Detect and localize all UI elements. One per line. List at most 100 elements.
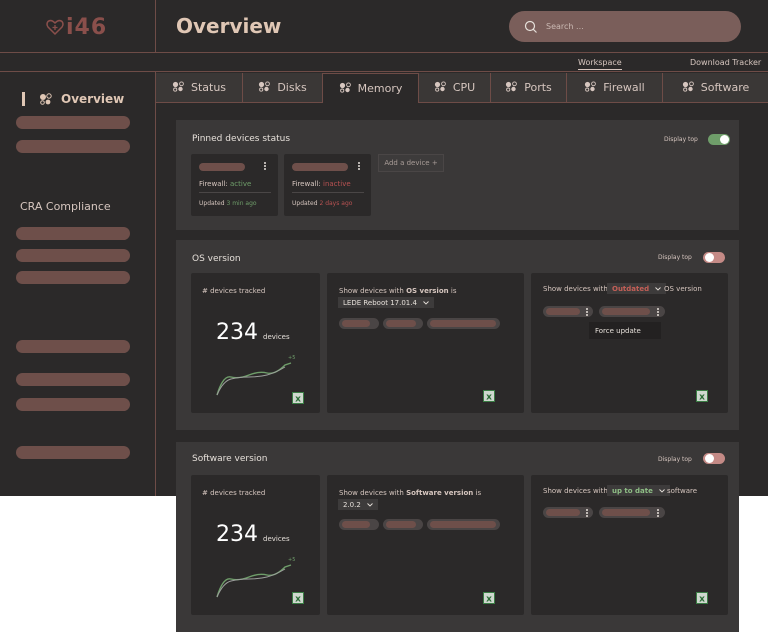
device-chip[interactable] [599, 306, 665, 317]
excel-export-icon[interactable]: x [483, 390, 495, 402]
search-input[interactable]: Search ... [509, 11, 741, 42]
panel-title: Pinned devices status [192, 134, 291, 144]
tab-label: Disks [277, 81, 307, 94]
force-update-menu-item[interactable]: Force update [589, 322, 661, 339]
device-chip[interactable] [427, 519, 500, 530]
excel-export-icon[interactable]: x [483, 592, 495, 604]
filter-text: Show devices with Software version is [339, 489, 482, 497]
chevron-down-icon [366, 502, 373, 507]
sidebar-item-placeholder[interactable] [16, 249, 130, 262]
logo[interactable]: i46 [46, 12, 107, 42]
pinned-device-card[interactable]: Firewall: active Updated 3 min ago [191, 154, 278, 216]
device-chip[interactable] [383, 318, 423, 329]
tracked-label: # devices tracked [202, 287, 266, 295]
tab-label: Software [700, 81, 750, 94]
display-top-label: Display top [664, 136, 698, 143]
excel-export-icon[interactable]: x [292, 392, 304, 404]
device-chip[interactable] [383, 519, 423, 530]
pinned-devices-panel: Pinned devices status Display top Firewa… [176, 120, 739, 230]
firewall-status: Firewall: active [199, 180, 252, 188]
trend-sparkline [216, 564, 292, 598]
devices-tracked-card: # devices tracked 234 devices +5 x [191, 475, 320, 615]
workspace-link[interactable]: Workspace [578, 58, 622, 70]
tab-disks[interactable]: Disks [243, 73, 323, 103]
device-chip[interactable] [543, 306, 593, 317]
display-top-toggle[interactable] [703, 252, 725, 263]
tab-ports[interactable]: Ports [491, 73, 567, 103]
filter-suffix: software [667, 487, 698, 495]
sidebar-item-placeholder[interactable] [16, 227, 130, 240]
device-name-placeholder [199, 163, 245, 171]
tab-software[interactable]: Software [663, 73, 768, 103]
svg-text:x: x [295, 595, 301, 605]
add-device-button[interactable]: Add a device + [378, 154, 444, 172]
tracked-label: # devices tracked [202, 489, 266, 497]
more-icon[interactable] [586, 308, 588, 316]
firewall-status: Firewall: inactive [292, 180, 351, 188]
excel-export-icon[interactable]: x [696, 592, 708, 604]
sidebar-item-placeholder[interactable] [16, 116, 130, 129]
filter-prefix: Show devices with [543, 285, 608, 293]
sidebar-item-placeholder[interactable] [16, 373, 130, 386]
outdated-filter-card: Show devices with Outdated OS version Fo… [531, 273, 728, 413]
excel-export-icon[interactable]: x [292, 592, 304, 604]
search-icon [524, 20, 537, 33]
tab-cpu[interactable]: CPU [419, 73, 491, 103]
download-tracker-link[interactable]: Download Tracker [690, 58, 761, 67]
chevron-down-icon [659, 488, 665, 493]
display-top-toggle[interactable] [703, 453, 725, 464]
os-version-select[interactable]: LEDE Reboot 17.01.4 [338, 297, 434, 308]
display-top-label: Display top [658, 456, 692, 463]
os-version-filter-card: Show devices with OS version is LEDE Reb… [327, 273, 524, 413]
delta-label: +5 [288, 557, 296, 563]
device-chip[interactable] [599, 507, 665, 518]
sidebar-item-overview[interactable]: Overview [22, 92, 124, 106]
display-top-toggle[interactable] [708, 134, 730, 145]
tab-label: Ports [524, 81, 552, 94]
status-icon [172, 80, 185, 95]
software-version-select[interactable]: 2.0.2 [338, 499, 378, 510]
firewall-icon [584, 80, 597, 95]
svg-text:x: x [486, 595, 492, 605]
more-icon[interactable] [264, 162, 266, 170]
device-chip[interactable] [427, 318, 500, 329]
device-chip[interactable] [339, 519, 379, 530]
more-icon[interactable] [358, 162, 360, 170]
page-title: Overview [176, 14, 282, 38]
excel-export-icon[interactable]: x [696, 390, 708, 402]
delta-label: +5 [288, 355, 296, 361]
software-version-panel: Software version Display top # devices t… [176, 442, 739, 632]
search-placeholder: Search ... [546, 22, 584, 31]
overview-icon [40, 93, 52, 105]
up-to-date-filter-card: Show devices with up to date software x [531, 475, 728, 615]
up-to-date-select[interactable]: up to date [607, 485, 670, 496]
sidebar-item-placeholder[interactable] [16, 140, 130, 153]
more-icon[interactable] [657, 509, 659, 517]
sidebar-item-placeholder[interactable] [16, 271, 130, 284]
trend-sparkline [216, 362, 292, 396]
device-chip[interactable] [543, 507, 593, 518]
top-bar: i46 Overview Search ... [0, 0, 768, 53]
tab-label: Firewall [603, 81, 645, 94]
tab-status[interactable]: Status [156, 73, 243, 103]
tab-label: Status [190, 81, 227, 94]
logo-text: i46 [66, 14, 108, 40]
memory-icon [339, 81, 352, 96]
updated-status: Updated 2 days ago [292, 200, 353, 207]
chevron-down-icon [655, 286, 661, 291]
svg-text:x: x [699, 595, 705, 605]
sidebar-item-placeholder[interactable] [16, 446, 130, 459]
software-version-filter-card: Show devices with Software version is 2.… [327, 475, 524, 615]
tab-memory[interactable]: Memory [323, 73, 419, 103]
disks-icon [258, 80, 271, 95]
more-icon[interactable] [657, 308, 659, 316]
device-name-placeholder [292, 163, 348, 171]
device-chip[interactable] [339, 318, 379, 329]
outdated-select[interactable]: Outdated [607, 283, 667, 294]
tab-firewall[interactable]: Firewall [567, 73, 663, 103]
more-icon[interactable] [586, 509, 588, 517]
sidebar-item-placeholder[interactable] [16, 398, 130, 411]
sidebar-item-placeholder[interactable] [16, 340, 130, 353]
pinned-device-card[interactable]: Firewall: inactive Updated 2 days ago [284, 154, 371, 216]
sidebar: Overview CRA Compliance [0, 72, 156, 496]
